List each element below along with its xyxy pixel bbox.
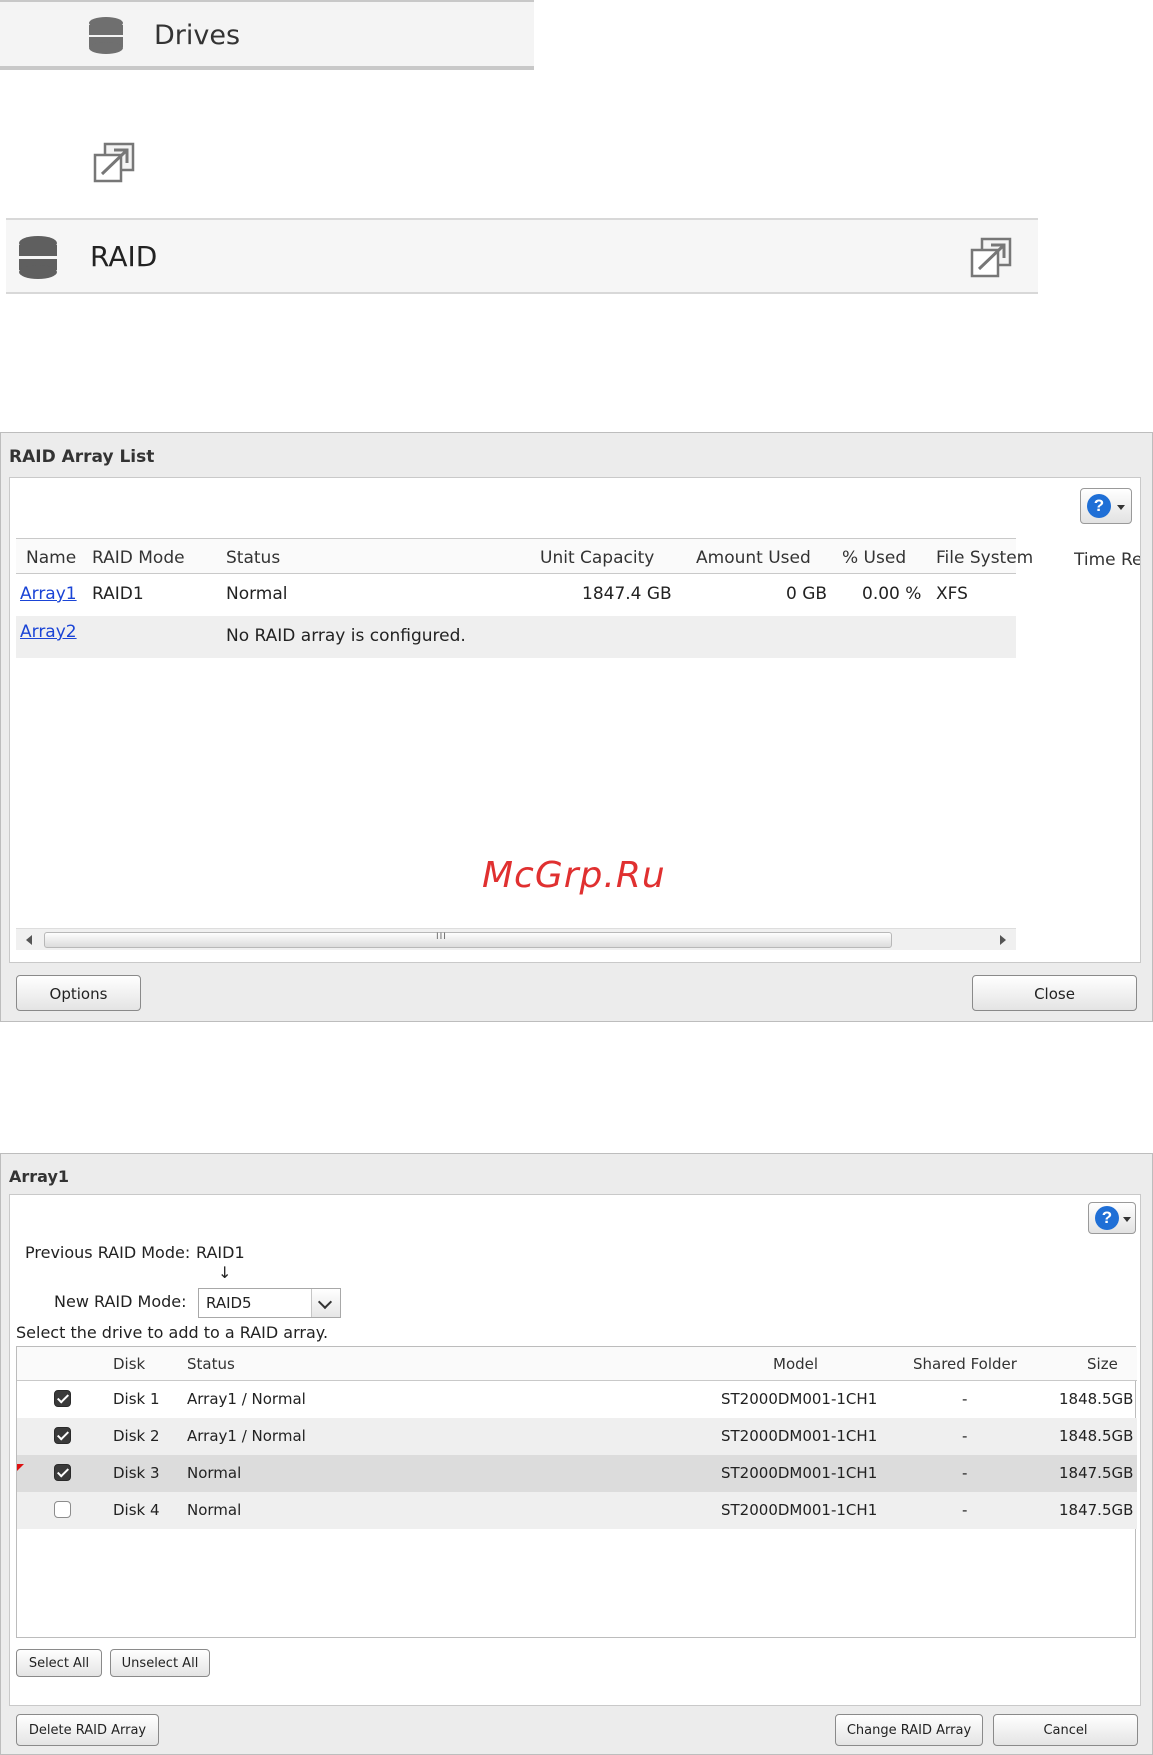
horizontal-scrollbar[interactable]: III [16, 928, 1016, 950]
column-header[interactable]: Shared Folder [913, 1355, 1017, 1373]
chevron-down-icon[interactable] [311, 1289, 340, 1317]
status-cell: Normal [187, 1501, 242, 1519]
caret-down-icon [1123, 1217, 1131, 1222]
edited-marker [17, 1464, 24, 1471]
disk-checkbox[interactable] [54, 1427, 71, 1444]
help-button[interactable]: ? [1080, 488, 1132, 524]
selected-mode: RAID5 [206, 1294, 252, 1312]
disk-table: Disk Status Model Shared Folder Size Dis… [16, 1346, 1137, 1638]
watermark-text: McGrp.Ru [482, 855, 666, 896]
status-cell: Array1 / Normal [187, 1390, 306, 1408]
raid-array-list-dialog: RAID Array List ? Name RAID Mode Status … [0, 432, 1153, 1022]
unit-capacity-cell: 1847.4 GB [582, 584, 672, 604]
model-cell: ST2000DM001-1CH1 [721, 1390, 878, 1408]
close-button[interactable]: Close [972, 975, 1137, 1011]
table-header: Disk Status Model Shared Folder Size [17, 1347, 1137, 1381]
new-mode-label: New RAID Mode: [54, 1292, 187, 1311]
array1-dialog: Array1 ? Previous RAID Mode: RAID1 ↓ New… [0, 1153, 1153, 1755]
arrow-down-icon: ↓ [218, 1263, 232, 1282]
scroll-grip: III [436, 932, 447, 942]
shared-folder-cell: - [962, 1427, 968, 1445]
column-header[interactable]: Status [226, 548, 280, 568]
table-row[interactable]: Disk 3 Normal ST2000DM001-1CH1 - 1847.5G… [17, 1455, 1137, 1492]
expand-icon[interactable] [969, 237, 1013, 279]
disk-checkbox[interactable] [54, 1501, 71, 1518]
column-header[interactable]: Model [773, 1355, 818, 1373]
size-cell: 1847.5GB [1059, 1464, 1134, 1482]
options-button[interactable]: Options [16, 975, 141, 1011]
column-header[interactable]: Name [26, 548, 76, 568]
array1-panel: ? Previous RAID Mode: RAID1 ↓ New RAID M… [9, 1194, 1141, 1706]
table-row[interactable]: Disk 2 Array1 / Normal ST2000DM001-1CH1 … [17, 1418, 1137, 1455]
array-link[interactable]: Array2 [20, 622, 77, 642]
caret-down-icon [1117, 505, 1125, 510]
model-cell: ST2000DM001-1CH1 [721, 1501, 878, 1519]
size-cell: 1848.5GB [1059, 1390, 1134, 1408]
disk-checkbox[interactable] [54, 1464, 71, 1481]
table-header: Name RAID Mode Status Unit Capacity Amou… [16, 538, 1033, 574]
table-row[interactable]: Disk 4 Normal ST2000DM001-1CH1 - 1847.5G… [17, 1492, 1137, 1529]
help-icon: ? [1087, 494, 1111, 518]
instruction-text: Select the drive to add to a RAID array. [16, 1323, 329, 1342]
status-cell: Normal [187, 1464, 242, 1482]
shared-folder-cell: - [962, 1390, 968, 1408]
raid-label: RAID [90, 240, 158, 273]
database-icon [18, 235, 58, 285]
array-link[interactable]: Array1 [20, 584, 77, 604]
column-header[interactable]: Status [187, 1355, 235, 1373]
table-row[interactable]: Array1 RAID1 Normal 1847.4 GB 0 GB 0.00 … [16, 574, 1016, 616]
shared-folder-cell: - [962, 1501, 968, 1519]
size-cell: 1847.5GB [1059, 1501, 1134, 1519]
column-header[interactable]: Disk [113, 1355, 145, 1373]
column-header[interactable]: RAID Mode [92, 548, 185, 568]
dialog-title: Array1 [9, 1167, 70, 1186]
disk-cell: Disk 4 [113, 1501, 160, 1519]
previous-mode-label: Previous RAID Mode: [25, 1243, 191, 1262]
select-all-button[interactable]: Select All [16, 1649, 102, 1677]
scroll-left-icon[interactable] [26, 935, 32, 945]
status-cell: Normal [226, 584, 288, 604]
column-header[interactable]: File System [936, 548, 1033, 568]
drives-nav-bar[interactable]: Drives [0, 0, 534, 70]
disk-cell: Disk 1 [113, 1390, 160, 1408]
raid-nav-bar[interactable]: RAID [6, 218, 1038, 294]
expand-icon[interactable] [92, 142, 136, 184]
scrollbar-thumb[interactable] [44, 932, 892, 948]
column-header[interactable]: Size [1087, 1355, 1118, 1373]
column-header[interactable]: Time Re [1074, 550, 1140, 570]
database-icon [88, 16, 124, 60]
file-system-cell: XFS [936, 584, 968, 604]
size-cell: 1848.5GB [1059, 1427, 1134, 1445]
status-cell: Array1 / Normal [187, 1427, 306, 1445]
amount-used-cell: 0 GB [786, 584, 828, 604]
scroll-right-icon[interactable] [1000, 935, 1006, 945]
table-row[interactable]: Disk 1 Array1 / Normal ST2000DM001-1CH1 … [17, 1381, 1137, 1418]
column-header[interactable]: Unit Capacity [540, 548, 654, 568]
pct-used-cell: 0.00 % [862, 584, 922, 604]
change-raid-array-button[interactable]: Change RAID Array [835, 1714, 983, 1746]
disk-cell: Disk 2 [113, 1427, 160, 1445]
table-row[interactable]: Array2 No RAID array is configured. [16, 616, 1016, 658]
previous-mode-value: RAID1 [196, 1243, 245, 1262]
help-icon: ? [1095, 1206, 1119, 1230]
column-header[interactable]: % Used [842, 548, 906, 568]
unselect-all-button[interactable]: Unselect All [110, 1649, 210, 1677]
new-raid-mode-select[interactable]: RAID5 [198, 1288, 341, 1318]
help-button[interactable]: ? [1088, 1202, 1136, 1234]
cancel-button[interactable]: Cancel [993, 1714, 1138, 1746]
status-cell: No RAID array is configured. [226, 626, 466, 646]
model-cell: ST2000DM001-1CH1 [721, 1464, 878, 1482]
disk-cell: Disk 3 [113, 1464, 160, 1482]
raid-mode-cell: RAID1 [92, 584, 144, 604]
dialog-title: RAID Array List [9, 447, 155, 467]
delete-raid-array-button[interactable]: Delete RAID Array [16, 1714, 159, 1746]
drives-label: Drives [154, 20, 241, 51]
column-header[interactable]: Amount Used [696, 548, 811, 568]
model-cell: ST2000DM001-1CH1 [721, 1427, 878, 1445]
shared-folder-cell: - [962, 1464, 968, 1482]
disk-checkbox[interactable] [54, 1390, 71, 1407]
